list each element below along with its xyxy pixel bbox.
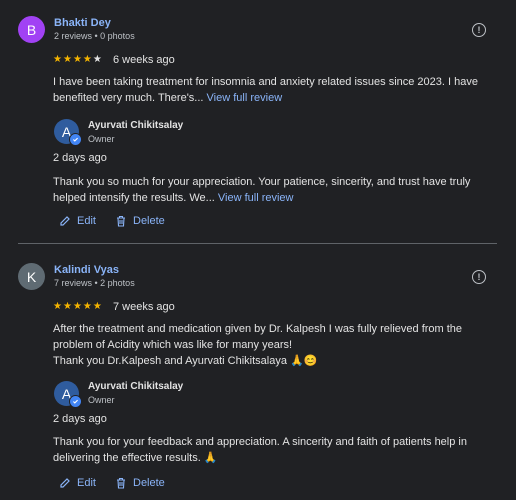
owner-avatar: A [54, 381, 82, 408]
delete-label: Delete [133, 477, 165, 489]
pencil-icon [60, 478, 70, 488]
star-icon: ★ [62, 301, 73, 312]
star-icon: ★ [92, 301, 103, 312]
pencil-icon [60, 216, 70, 226]
owner-avatar: A [54, 119, 82, 146]
edit-label: Edit [77, 477, 96, 489]
verified-check-icon [69, 395, 82, 408]
owner-role: Owner [88, 134, 115, 144]
reviewer-name[interactable]: Kalindi Vyas [54, 264, 119, 276]
review-time: 6 weeks ago [113, 54, 175, 66]
star-rating: ★★★★★ [53, 54, 103, 65]
delete-button[interactable]: Delete [115, 477, 165, 489]
view-full-review-link[interactable]: View full review [207, 92, 283, 104]
owner-name: Ayurvati Chikitsalay [88, 381, 184, 392]
verified-check-icon [69, 133, 82, 146]
review-text: After the treatment and medication given… [53, 321, 493, 369]
reviews-panel: B Bhakti Dey 2 reviews • 0 photos ! ★★★★… [0, 0, 516, 500]
reply-text: Thank you so much for your appreciation.… [53, 174, 493, 206]
star-icon: ★ [72, 301, 83, 312]
reply-text: Thank you for your feedback and apprecia… [53, 434, 493, 466]
edit-button[interactable]: Edit [59, 477, 96, 489]
view-full-reply-link[interactable]: View full review [218, 192, 294, 204]
edit-label: Edit [77, 215, 96, 227]
reviewer-meta: 2 reviews • 0 photos [54, 31, 135, 41]
star-icon: ★ [53, 54, 63, 65]
star-rating: ★★★★★ [53, 301, 103, 312]
delete-button[interactable]: Delete [115, 215, 165, 227]
star-icon: ★ [62, 54, 73, 65]
report-icon[interactable]: ! [472, 270, 486, 284]
review-body-line: Thank you Dr.Kalpesh and Ayurvati Chikit… [53, 355, 318, 367]
owner-role: Owner [88, 395, 115, 405]
review-time: 7 weeks ago [113, 301, 175, 313]
star-icon: ★ [82, 301, 93, 312]
star-icon: ★ [53, 301, 63, 312]
reviewer-avatar[interactable]: K [18, 263, 45, 290]
review-text: I have been taking treatment for insomni… [53, 74, 493, 106]
star-icon: ★ [82, 54, 93, 65]
reviewer-meta: 7 reviews • 2 photos [54, 278, 135, 288]
review-body-line: After the treatment and medication given… [53, 323, 463, 351]
reviewer-name[interactable]: Bhakti Dey [54, 17, 111, 29]
report-icon[interactable]: ! [472, 23, 486, 37]
trash-icon [117, 477, 125, 489]
star-icon: ★ [72, 54, 83, 65]
divider [18, 243, 497, 244]
reply-time: 2 days ago [53, 152, 107, 164]
reply-body: Thank you for your feedback and apprecia… [53, 436, 467, 464]
star-icon: ★ [92, 54, 103, 65]
delete-label: Delete [133, 215, 165, 227]
owner-name: Ayurvati Chikitsalay [88, 120, 184, 131]
edit-button[interactable]: Edit [59, 215, 96, 227]
reviewer-avatar[interactable]: B [18, 16, 45, 43]
reply-time: 2 days ago [53, 413, 107, 425]
trash-icon [117, 215, 125, 227]
